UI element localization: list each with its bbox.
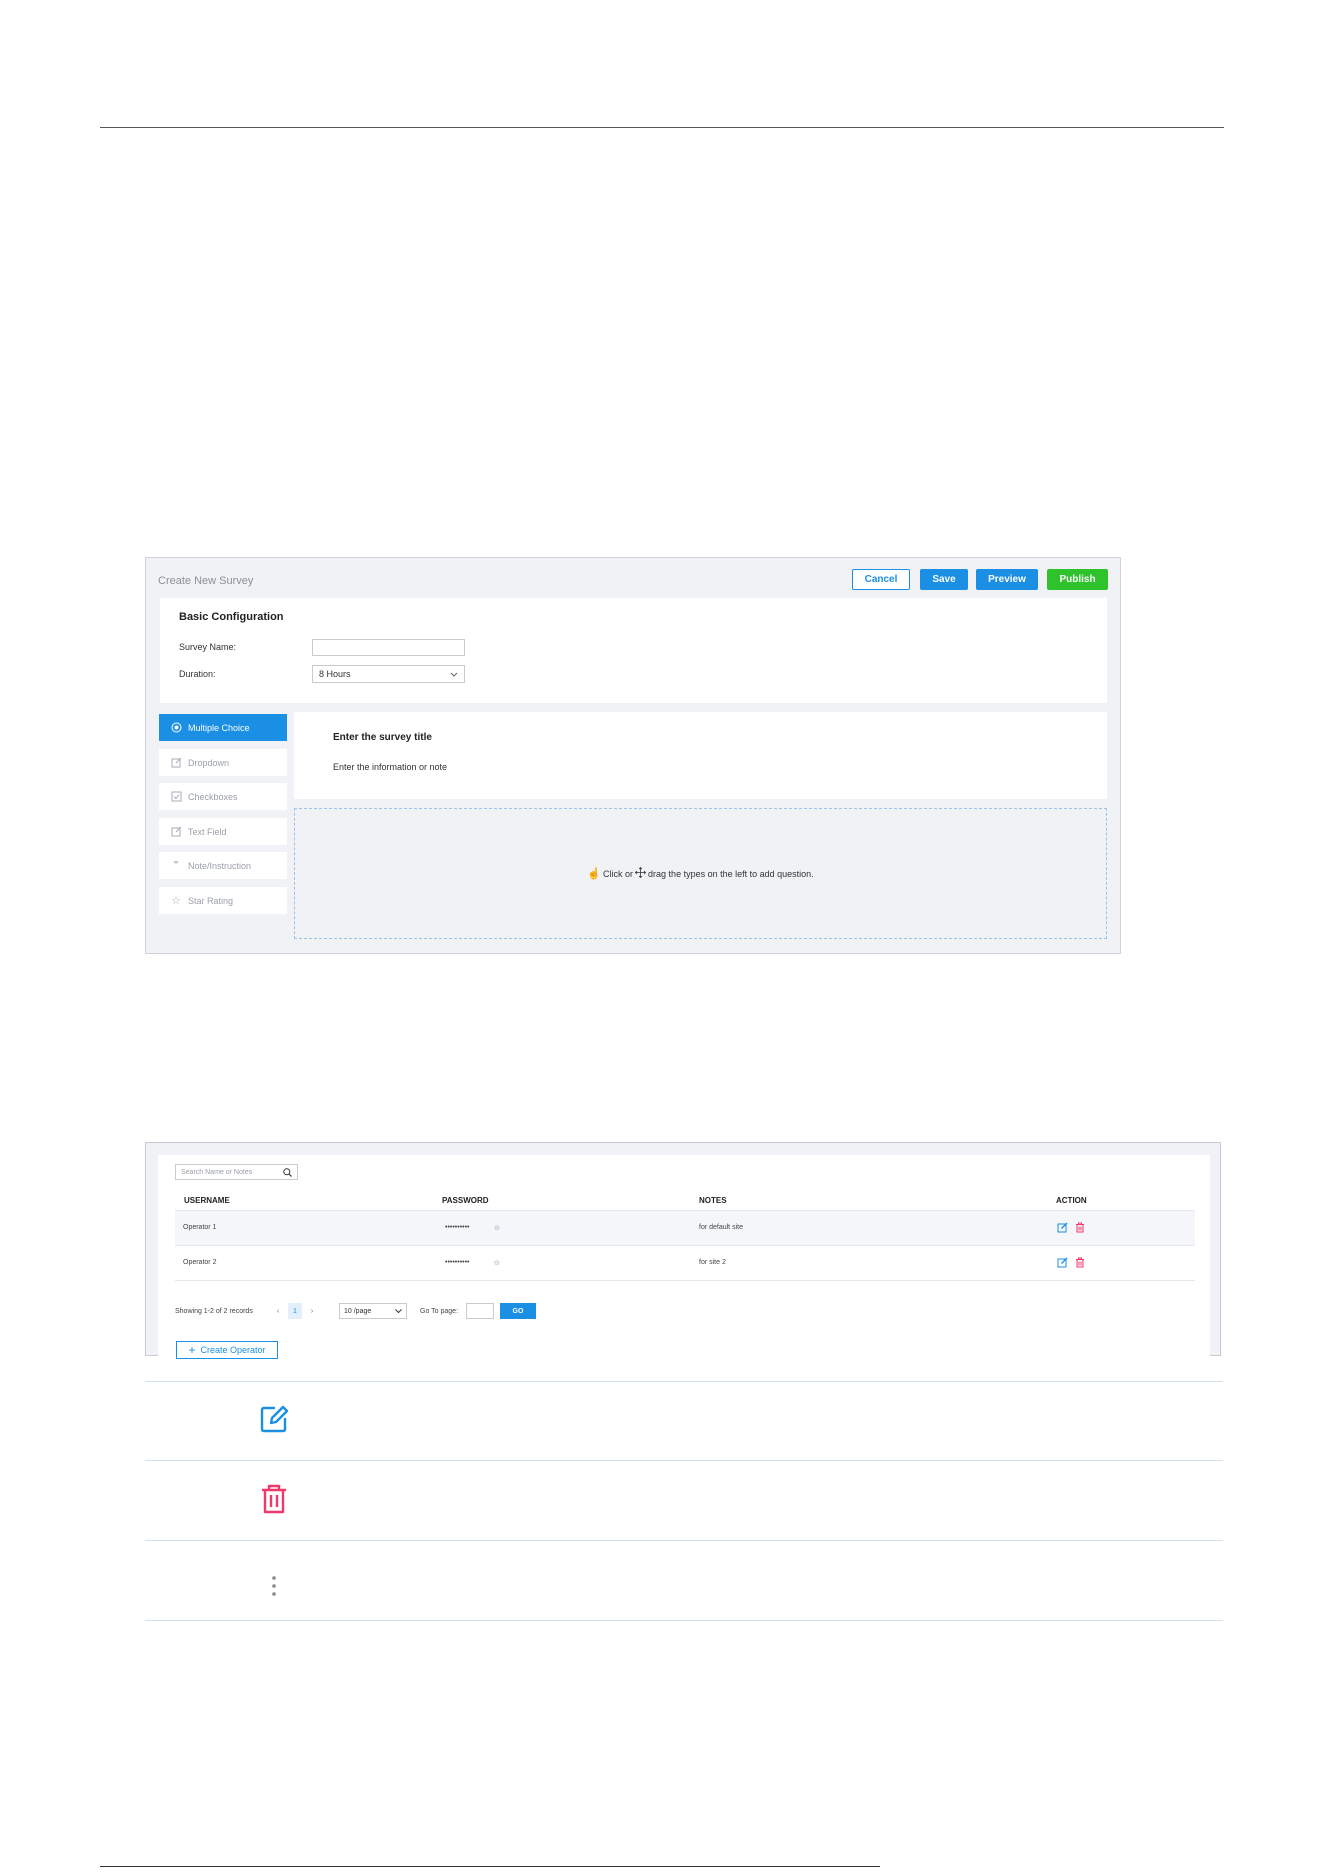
column-header-password: PASSWORD [442,1196,489,1205]
survey-title-card[interactable]: Enter the survey title Enter the informa… [294,712,1107,799]
more-vertical-icon [272,1576,276,1596]
publish-button[interactable]: Publish [1047,569,1108,590]
survey-name-label: Survey Name: [179,642,237,652]
legend-divider [145,1540,1223,1541]
create-operator-button[interactable]: + Create Operator [176,1341,278,1359]
type-label: Multiple Choice [188,722,250,733]
duration-label: Duration: [179,669,216,679]
radio-icon [169,722,183,733]
edit-icon [169,826,183,837]
drop-hint-click: Click or [603,868,634,879]
type-label: Dropdown [188,757,230,768]
page-size-select[interactable]: 10 /page [339,1303,407,1319]
page-title: Create New Survey [158,575,254,587]
question-drop-zone[interactable]: ☝ Click or drag the types on the left to… [294,808,1107,939]
row-password: •••••••••• [445,1224,470,1231]
create-operator-label: Create Operator [200,1345,266,1355]
quote-icon: " [173,860,179,871]
row-username: Operator 2 [183,1259,217,1266]
column-header-action: ACTION [1056,1196,1087,1205]
row-password: •••••••••• [445,1259,470,1266]
duration-value: 8 Hours [319,669,351,679]
edit-icon [260,1405,289,1433]
goto-page-label: Go To page: [420,1308,459,1315]
operator-panel: Search Name or Notes USERNAME PASSWORD N… [145,1142,1221,1359]
edit-icon[interactable] [1057,1257,1068,1268]
legend-divider [145,1620,1223,1621]
type-dropdown[interactable]: Dropdown [159,749,287,776]
column-header-notes: NOTES [699,1196,727,1205]
type-label: Star Rating [188,895,234,906]
duration-select[interactable]: 8 Hours [312,665,465,683]
show-password-icon[interactable]: ⊝ [494,1224,500,1232]
move-icon [634,866,647,880]
table-row: Operator 2 •••••••••• ⊝ for site 2 [175,1246,1195,1280]
goto-page-input[interactable] [466,1303,494,1319]
search-icon[interactable] [283,1167,292,1177]
plus-icon: + [188,1343,196,1357]
chevron-down-icon [395,1309,402,1313]
row-notes: for site 2 [699,1259,726,1266]
chevron-down-icon [450,672,458,677]
survey-name-input[interactable] [312,639,465,656]
column-header-username: USERNAME [184,1196,230,1205]
type-star-rating[interactable]: ☆ Star Rating [159,887,287,914]
show-password-icon[interactable]: ⊝ [494,1259,500,1267]
type-checkboxes[interactable]: Checkboxes [159,783,287,810]
top-divider [100,127,1224,128]
cancel-button[interactable]: Cancel [852,569,910,590]
star-icon: ☆ [171,895,181,907]
drop-hint-drag: drag the types on the left to add questi… [648,868,814,879]
basic-configuration-heading: Basic Configuration [179,611,284,623]
operator-card: Search Name or Notes USERNAME PASSWORD N… [158,1155,1210,1359]
type-label: Text Field [188,826,227,837]
type-label: Note/Instruction [188,860,252,871]
trash-icon [262,1484,286,1514]
basic-configuration-card: Basic Configuration Survey Name: Duratio… [160,598,1107,703]
create-survey-panel: Create New Survey Cancel Save Preview Pu… [145,557,1121,954]
row-notes: for default site [699,1224,743,1231]
edit-icon[interactable] [1057,1222,1068,1233]
legend-divider [145,1460,1223,1461]
type-multiple-choice[interactable]: Multiple Choice [159,714,287,741]
type-note-instruction[interactable]: " Note/Instruction [159,852,287,879]
table-row: Operator 1 •••••••••• ⊝ for default site [175,1211,1195,1245]
survey-title-placeholder[interactable]: Enter the survey title [333,732,432,743]
type-text-field[interactable]: Text Field [159,818,287,845]
page-size-value: 10 /page [344,1307,372,1315]
trash-icon[interactable] [1075,1257,1085,1268]
preview-button[interactable]: Preview [976,569,1038,590]
prev-page-button[interactable]: ‹ [272,1303,284,1319]
trash-icon[interactable] [1075,1222,1085,1233]
hand-pointer-icon: ☝ [587,868,602,880]
bottom-divider [100,1866,880,1867]
row-divider [175,1280,1195,1281]
search-placeholder: Search Name or Notes [181,1168,253,1176]
legend-divider [145,1381,1223,1382]
go-button[interactable]: GO [500,1303,536,1319]
next-page-button[interactable]: › [306,1303,318,1319]
checkbox-icon [169,791,183,802]
row-username: Operator 1 [183,1224,217,1231]
type-label: Checkboxes [188,791,238,802]
page-number-button[interactable]: 1 [288,1303,302,1319]
edit-icon [169,757,183,768]
save-button[interactable]: Save [920,569,968,590]
survey-note-placeholder[interactable]: Enter the information or note [333,762,447,772]
record-count: Showing 1-2 of 2 records [175,1308,253,1315]
search-input[interactable]: Search Name or Notes [175,1164,298,1180]
